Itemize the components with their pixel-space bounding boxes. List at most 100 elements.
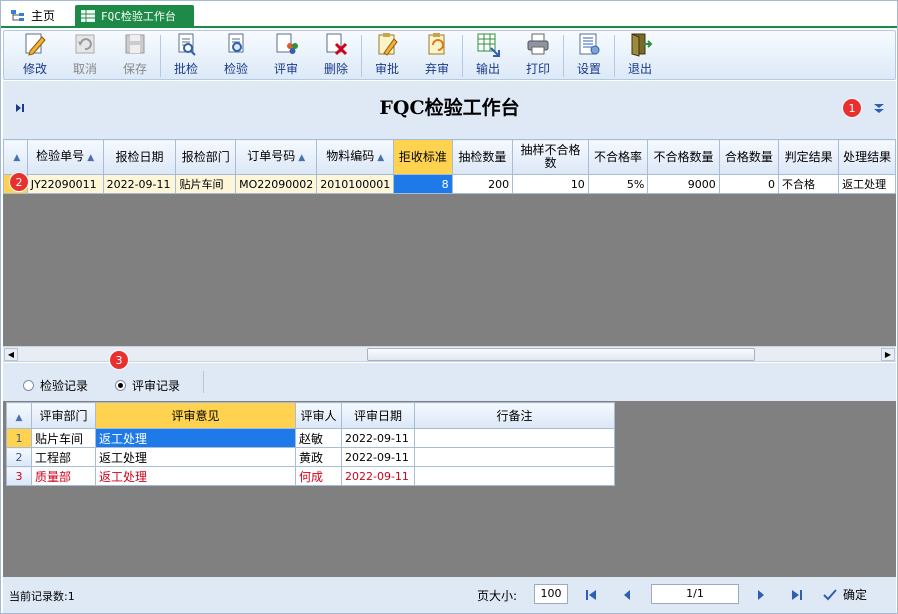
page-indicator[interactable]: 1/1 — [651, 584, 739, 604]
row-lock-header[interactable]: ▲ — [3, 139, 28, 175]
table-cell[interactable]: JY22090011 — [26, 174, 104, 194]
table-cell[interactable]: 贴片车间 — [31, 428, 96, 448]
table-cell[interactable]: MO22090002 — [235, 174, 318, 194]
table-cell[interactable]: 2022-09-11 — [341, 466, 415, 486]
column-header[interactable]: 抽检数量 — [451, 139, 514, 175]
print-button[interactable]: 打印 — [513, 31, 563, 79]
table-cell[interactable]: 返工处理 — [95, 466, 296, 486]
row-lock-header[interactable]: ▲ — [6, 402, 32, 429]
edit-icon — [25, 33, 46, 56]
export-button[interactable]: 输出 — [463, 31, 513, 79]
horizontal-scrollbar[interactable]: ◀ ▶ — [3, 346, 896, 362]
cancel-button[interactable]: 取消 — [60, 31, 110, 79]
table-cell[interactable]: 返工处理 — [838, 174, 896, 194]
expand-down-icon[interactable] — [872, 101, 886, 115]
review-button[interactable]: 评审 — [261, 31, 311, 79]
table-cell[interactable]: 贴片车间 — [175, 174, 237, 194]
table-cell[interactable]: 质量部 — [31, 466, 96, 486]
table-cell[interactable]: 5% — [587, 174, 649, 194]
scroll-left-icon[interactable]: ◀ — [4, 348, 18, 361]
delete-label: 删除 — [323, 62, 348, 76]
table-cell[interactable]: 黄政 — [295, 447, 342, 467]
delete-button[interactable]: 删除 — [311, 31, 361, 79]
column-header[interactable]: 抽样不合格数 — [512, 139, 589, 175]
column-header[interactable]: 行备注 — [414, 402, 615, 429]
table-cell[interactable]: 10 — [512, 174, 589, 194]
row-number[interactable]: 1 — [6, 428, 32, 448]
table-cell[interactable]: 200 — [451, 174, 514, 194]
row-number[interactable]: 3 — [6, 466, 32, 486]
column-header[interactable]: 报检日期 — [102, 139, 177, 175]
column-header[interactable]: 拒收标准 — [393, 139, 453, 175]
table-row[interactable]: 1 贴片车间 返工处理 赵敏 2022-09-11 — [6, 428, 615, 448]
radio-review-record[interactable]: 评审记录 — [115, 377, 180, 394]
column-header[interactable]: 订单号码 ▲ — [235, 139, 318, 175]
table-cell[interactable]: 赵敏 — [295, 428, 342, 448]
column-header[interactable]: 评审人 — [295, 402, 342, 429]
table-row[interactable]: 2 工程部 返工处理 黄政 2022-09-11 — [6, 447, 615, 467]
column-header[interactable]: 检验单号 ▲ — [26, 139, 104, 175]
first-page-icon[interactable] — [585, 589, 597, 601]
settings-button[interactable]: 设置 — [564, 31, 614, 79]
table-cell[interactable]: 返工处理 — [95, 428, 296, 448]
column-header[interactable]: 判定结果 — [778, 139, 840, 175]
prev-page-icon[interactable] — [621, 589, 633, 601]
table-cell[interactable]: 2022-09-11 — [341, 428, 415, 448]
record-count: 当前记录数:1 — [9, 590, 75, 603]
column-header-label: 不合格率 — [594, 149, 643, 164]
review-table: ▲ 评审部门 评审意见 评审人 评审日期 行备注 1 贴片车间 返工处理 赵敏 … — [6, 402, 615, 486]
save-button[interactable]: 保存 — [110, 31, 160, 79]
row-number[interactable]: 2 — [6, 447, 32, 467]
column-header[interactable]: 不合格数量 — [647, 139, 720, 175]
column-header[interactable]: 物料编码 ▲ — [316, 139, 395, 175]
review-grid: ▲ 评审部门 评审意见 评审人 评审日期 行备注 1 贴片车间 返工处理 赵敏 … — [3, 401, 896, 577]
column-header-label: 拒收标准 — [398, 149, 447, 164]
settings-label: 设置 — [576, 62, 601, 76]
next-page-icon[interactable] — [755, 589, 767, 601]
column-header[interactable]: 报检部门 — [175, 139, 237, 175]
confirm-button[interactable]: 确定 — [823, 586, 867, 603]
table-cell[interactable]: 何成 — [295, 466, 342, 486]
table-row[interactable]: 3 质量部 返工处理 何成 2022-09-11 — [6, 466, 615, 486]
table-cell[interactable]: 返工处理 — [95, 447, 296, 467]
step-badge-2: 2 — [9, 172, 29, 192]
table-cell[interactable]: 工程部 — [31, 447, 96, 467]
confirm-label: 确定 — [843, 588, 868, 602]
scrollbar-thumb[interactable] — [367, 348, 755, 361]
edit-button[interactable]: 修改 — [10, 31, 60, 79]
last-page-icon[interactable] — [791, 589, 803, 601]
exit-icon — [631, 33, 653, 57]
table-cell[interactable]: 2022-09-11 — [341, 447, 415, 467]
approve-button[interactable]: 审批 — [362, 31, 412, 79]
grid-icon — [81, 9, 95, 22]
table-cell[interactable]: 0 — [718, 174, 780, 194]
table-cell[interactable]: 9000 — [647, 174, 720, 194]
table-cell[interactable]: 2010100001 — [316, 174, 395, 194]
scroll-right-icon[interactable]: ▶ — [881, 348, 895, 361]
column-header[interactable]: 不合格率 — [587, 139, 649, 175]
column-header[interactable]: 合格数量 — [718, 139, 780, 175]
column-header[interactable]: 评审日期 — [341, 402, 415, 429]
table-cell[interactable]: 2022-09-11 — [102, 174, 177, 194]
tab-fqc-workbench[interactable]: FQC检验工作台 — [75, 5, 194, 26]
radio-inspection-record[interactable]: 检验记录 — [23, 377, 88, 394]
home-tree-icon — [11, 9, 24, 21]
table-row[interactable]: JY22090011 2022-09-11 贴片车间 MO22090002 20… — [3, 174, 896, 194]
exit-button[interactable]: 退出 — [615, 31, 665, 79]
edit-label: 修改 — [22, 62, 47, 76]
column-header[interactable]: 处理结果 — [838, 139, 896, 175]
unapprove-icon — [428, 33, 445, 55]
unapprove-button[interactable]: 弃审 — [412, 31, 462, 79]
table-cell[interactable] — [414, 428, 615, 448]
column-header[interactable]: 评审部门 — [31, 402, 96, 429]
column-header-label: 报检日期 — [115, 149, 164, 164]
column-header[interactable]: 评审意见 — [95, 402, 296, 429]
table-cell[interactable]: 8 — [393, 174, 453, 194]
inspect-button[interactable]: 检验 — [211, 31, 261, 79]
table-cell[interactable] — [414, 447, 615, 467]
tab-home[interactable]: 主页 — [5, 5, 63, 26]
batch-inspect-button[interactable]: 批检 — [161, 31, 211, 79]
page-size-input[interactable]: 100 — [534, 584, 568, 604]
table-cell[interactable] — [414, 466, 615, 486]
table-cell[interactable]: 不合格 — [778, 174, 840, 194]
